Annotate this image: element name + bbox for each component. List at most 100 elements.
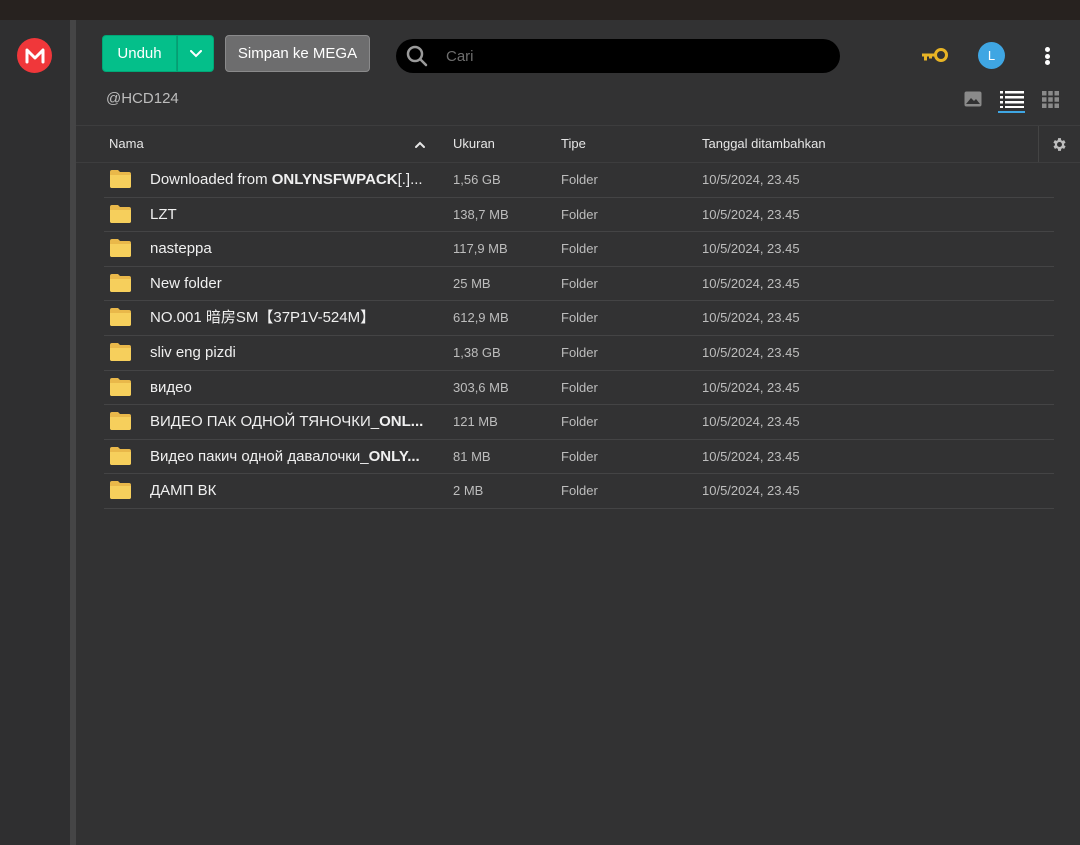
file-name-text: NO.001 暗房SM【37P1V-524M】 xyxy=(150,309,376,327)
active-view-indicator xyxy=(998,111,1025,113)
file-size: 2 MB xyxy=(453,483,484,499)
folder-icon xyxy=(110,204,131,223)
folder-icon xyxy=(110,170,131,188)
file-date: 10/5/2024, 23.45 xyxy=(702,206,800,222)
folder-icon xyxy=(110,342,131,361)
chevron-down-icon xyxy=(189,49,202,57)
file-name-text: ВИДЕО ПАК ОДНОЙ ТЯНОЧКИ_ xyxy=(150,413,380,431)
download-button[interactable]: Unduh xyxy=(102,35,177,72)
column-header-size[interactable]: Ukuran xyxy=(453,126,495,162)
file-name-text: New folder xyxy=(150,274,222,292)
file-type: Folder xyxy=(561,414,598,430)
file-type: Folder xyxy=(561,275,598,291)
main-panel: Unduh Simpan ke MEGA L @HCD124 xyxy=(76,20,1080,845)
table-row[interactable]: Downloaded from ONLYNSFWPACK[.]... 1,56 G… xyxy=(104,163,1054,198)
sort-ascending-icon[interactable] xyxy=(414,139,426,151)
thumbnail-view-icon[interactable] xyxy=(964,91,982,107)
save-to-mega-button[interactable]: Simpan ke MEGA xyxy=(225,35,370,72)
file-name[interactable]: ВИДЕО ПАК ОДНОЙ ТЯНОЧКИ_ONL... xyxy=(150,405,432,438)
table-row[interactable]: ДАМП ВК 2 MB Folder 10/5/2024, 23.45 xyxy=(104,474,1054,509)
table-row[interactable]: nasteppa 117,9 MB Folder 10/5/2024, 23.45 xyxy=(104,232,1054,267)
file-type: Folder xyxy=(561,310,598,326)
file-date: 10/5/2024, 23.45 xyxy=(702,448,800,464)
more-menu-icon[interactable] xyxy=(1039,44,1055,68)
file-name-text: nasteppa xyxy=(150,240,212,258)
file-size: 303,6 MB xyxy=(453,379,509,395)
table-row[interactable]: видео 303,6 MB Folder 10/5/2024, 23.45 xyxy=(104,371,1054,406)
file-list: Downloaded from ONLYNSFWPACK[.]... 1,56 G… xyxy=(104,163,1054,509)
file-size: 121 MB xyxy=(453,414,498,430)
folder-owner: @HCD124 xyxy=(106,90,179,107)
search-bar[interactable] xyxy=(396,39,840,73)
folder-icon xyxy=(110,412,131,431)
file-date: 10/5/2024, 23.45 xyxy=(702,483,800,499)
file-name-rest-text: [.]... xyxy=(397,171,423,188)
folder-icon xyxy=(110,481,131,500)
file-name[interactable]: LZT xyxy=(150,198,432,231)
file-date: 10/5/2024, 23.45 xyxy=(702,344,800,360)
folder-icon xyxy=(110,446,131,465)
download-button-group: Unduh xyxy=(102,35,214,72)
file-size: 81 MB xyxy=(453,448,491,464)
key-icon[interactable] xyxy=(921,47,949,63)
table-row[interactable]: sliv eng pizdi 1,38 GB Folder 10/5/2024, 23… xyxy=(104,336,1054,371)
table-row[interactable]: Видео пакич одной давалочки_ONLY... 81 MB… xyxy=(104,440,1054,475)
file-type: Folder xyxy=(561,206,598,222)
file-name[interactable]: видео xyxy=(150,371,432,404)
browser-top-strip xyxy=(0,0,1080,20)
list-view-icon[interactable] xyxy=(1000,90,1024,108)
column-header-type[interactable]: Tipe xyxy=(561,126,586,162)
avatar[interactable]: L xyxy=(978,42,1005,69)
table-row[interactable]: ВИДЕО ПАК ОДНОЙ ТЯНОЧКИ_ONL... 121 MB Fold… xyxy=(104,405,1054,440)
file-name[interactable]: New folder xyxy=(150,267,432,300)
file-name-bold-text: ONLYNSFWPACK xyxy=(271,171,398,188)
file-type: Folder xyxy=(561,241,598,257)
file-name[interactable]: Downloaded from ONLYNSFWPACK[.]... xyxy=(150,163,432,196)
file-name-text: ДАМП ВК xyxy=(150,482,217,500)
file-name[interactable]: ДАМП ВК xyxy=(150,474,432,507)
folder-icon xyxy=(110,273,131,292)
download-dropdown-button[interactable] xyxy=(177,35,214,72)
file-size: 25 MB xyxy=(453,275,491,291)
file-name-bold-text: ONL... xyxy=(379,413,424,431)
table-header: Nama Ukuran Tipe Tanggal ditambahkan xyxy=(76,125,1080,163)
file-size: 1,56 GB xyxy=(453,172,501,187)
grid-view-icon[interactable] xyxy=(1042,91,1059,108)
column-settings-button[interactable] xyxy=(1038,126,1080,162)
column-header-name[interactable]: Nama xyxy=(109,126,144,162)
file-name-text: Видео пакич одной давалочки_ xyxy=(150,447,369,465)
folder-icon xyxy=(110,239,131,258)
file-name[interactable]: nasteppa xyxy=(150,232,432,265)
file-size: 138,7 MB xyxy=(453,206,509,222)
search-input[interactable] xyxy=(446,47,826,65)
left-sidebar xyxy=(0,20,70,845)
file-name-text: sliv eng pizdi xyxy=(150,343,236,361)
file-name-bold-text: ONLY... xyxy=(368,447,420,465)
file-date: 10/5/2024, 23.45 xyxy=(702,275,800,291)
file-type: Folder xyxy=(561,172,598,187)
column-header-date[interactable]: Tanggal ditambahkan xyxy=(702,126,826,162)
file-date: 10/5/2024, 23.45 xyxy=(702,172,800,187)
mega-logo[interactable] xyxy=(17,38,52,73)
table-row[interactable]: NO.001 暗房SM【37P1V-524M】 612,9 MB Folder 10/… xyxy=(104,301,1054,336)
search-icon xyxy=(406,45,428,67)
file-size: 117,9 MB xyxy=(453,241,508,257)
file-name-text: Downloaded from xyxy=(150,171,272,188)
folder-icon xyxy=(110,308,131,327)
file-name[interactable]: sliv eng pizdi xyxy=(150,336,432,369)
file-name[interactable]: NO.001 暗房SM【37P1V-524M】 xyxy=(150,301,432,334)
file-type: Folder xyxy=(561,483,598,499)
kebab-dot xyxy=(1044,60,1050,65)
table-row[interactable]: LZT 138,7 MB Folder 10/5/2024, 23.45 xyxy=(104,198,1054,233)
file-type: Folder xyxy=(561,344,598,360)
kebab-dot xyxy=(1044,53,1050,59)
table-row[interactable]: New folder 25 MB Folder 10/5/2024, 23.45 xyxy=(104,267,1054,302)
file-name-text: видео xyxy=(150,378,192,396)
file-name[interactable]: Видео пакич одной давалочки_ONLY... xyxy=(150,440,432,473)
file-name-text: LZT xyxy=(150,205,177,223)
file-date: 10/5/2024, 23.45 xyxy=(702,379,800,395)
folder-icon xyxy=(110,377,131,396)
file-date: 10/5/2024, 23.45 xyxy=(702,310,800,326)
kebab-dot xyxy=(1044,47,1050,52)
file-size: 1,38 GB xyxy=(453,344,501,360)
